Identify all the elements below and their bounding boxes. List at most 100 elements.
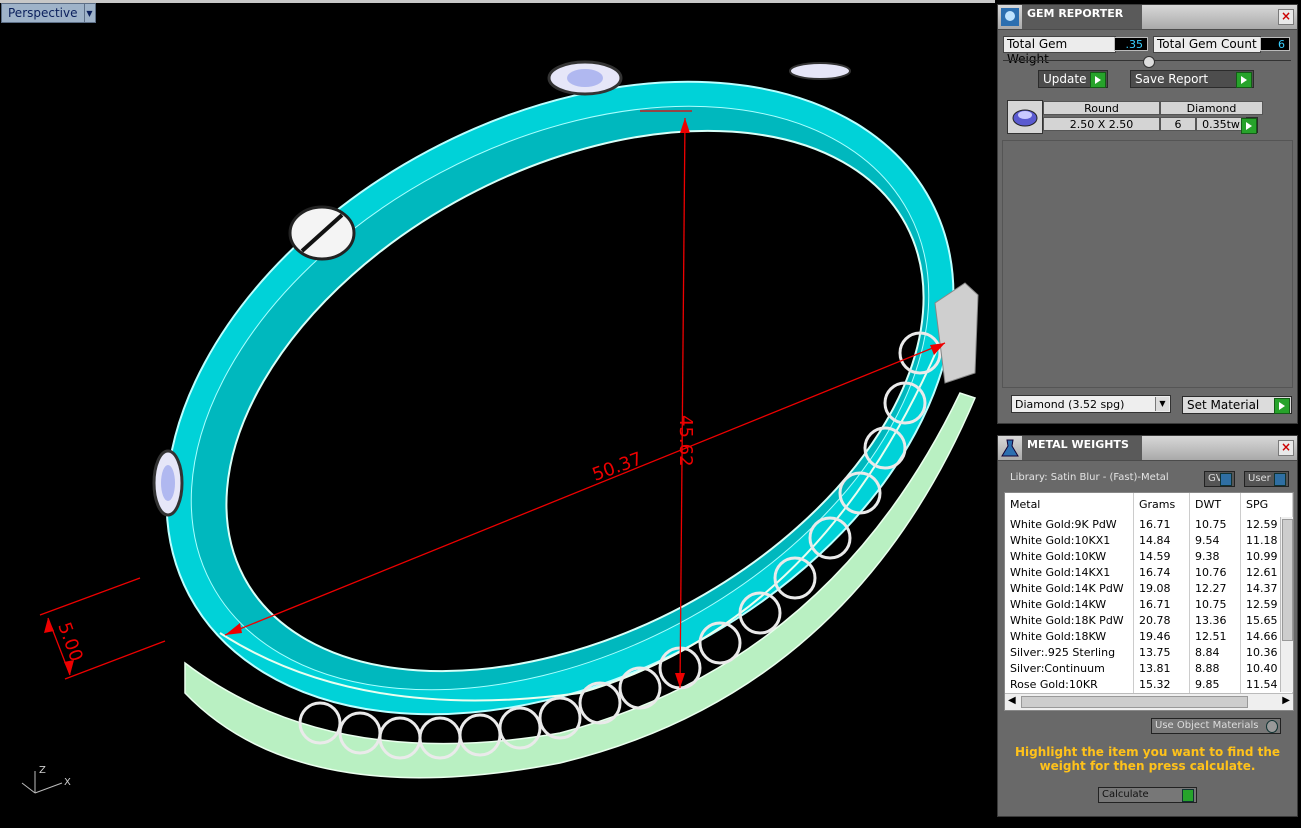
grams-value: 16.74 [1134,565,1190,581]
metal-weights-table[interactable]: Metal Grams DWT SPG White Gold:9K PdW 16.… [1004,492,1294,711]
grams-value: 15.32 [1134,677,1190,693]
chevron-down-icon[interactable]: ▼ [1155,397,1169,411]
gem-reporter-title: GEM REPORTER [1022,5,1142,29]
metal-name: White Gold:10KW [1005,549,1134,565]
splitter-handle[interactable] [1143,56,1155,68]
total-gem-count-value: 6 [1260,37,1290,51]
use-object-materials-label: Use Object Materials [1155,720,1259,731]
gem-weight: 0.35tw [1196,117,1246,131]
gem-shape: Round [1043,101,1160,115]
calculate-hint: Highlight the item you want to find the … [1014,745,1281,773]
grams-value: 14.59 [1134,549,1190,565]
total-gem-weight-label: Total Gem Weight [1003,36,1116,66]
metal-name: White Gold:14KX1 [1005,565,1134,581]
dimension-height: 45.62 [675,415,696,467]
gem-reporter-icon [1001,8,1019,26]
set-material-label: Set Material [1187,398,1260,412]
gem-type: Diamond [1160,101,1263,115]
table-row[interactable]: White Gold:14KX1 16.74 10.76 12.61 [1005,565,1293,582]
calculate-button[interactable]: Calculate [1098,787,1197,803]
metal-name: Rose Gold:10KR [1005,677,1134,693]
horizontal-scrollbar[interactable]: ◀ ▶ [1005,693,1293,710]
metal-name: Silver:Continuum [1005,661,1134,677]
close-icon[interactable]: × [1278,440,1294,456]
gem-reporter-titlebar[interactable]: GEM REPORTER × [998,5,1297,30]
metal-weights-panel: METAL WEIGHTS × Library: Satin Blur - (F… [997,435,1298,817]
save-report-button[interactable]: Save Report [1130,70,1254,88]
table-row[interactable]: White Gold:14KW 16.71 10.75 12.59 [1005,597,1293,614]
grams-value: 19.08 [1134,581,1190,597]
table-row[interactable]: Silver:Continuum 13.81 8.88 10.40 [1005,661,1293,678]
user-toggle[interactable]: User [1244,471,1289,487]
vertical-scrollbar[interactable] [1280,517,1293,692]
metal-table-header: Metal Grams DWT SPG [1005,493,1293,518]
gem-detail-button[interactable] [1241,117,1258,134]
grams-value: 19.46 [1134,629,1190,645]
scroll-thumb-h[interactable] [1021,696,1248,708]
perspective-viewport[interactable]: 50.37 45.62 5.00 Perspective ▼ Z X [0,0,995,828]
use-object-materials-toggle[interactable]: Use Object Materials [1151,718,1281,734]
update-button[interactable]: Update [1038,70,1108,88]
dwt-value: 9.54 [1190,533,1241,549]
play-icon [1182,789,1194,802]
toggle-icon [1220,473,1232,486]
scroll-right-icon[interactable]: ▶ [1282,695,1290,706]
col-spg[interactable]: SPG [1241,493,1293,517]
total-gem-count-label: Total Gem Count [1153,36,1261,53]
col-metal[interactable]: Metal [1005,493,1134,517]
table-row[interactable]: Rose Gold:10KR 15.32 9.85 11.54 [1005,677,1293,694]
play-icon [1236,72,1252,88]
metal-name: White Gold:18K PdW [1005,613,1134,629]
axis-x-label: X [64,777,71,788]
metal-name: White Gold:9K PdW [1005,517,1134,533]
col-dwt[interactable]: DWT [1190,493,1241,517]
gem-thumbnail [1007,100,1043,134]
dwt-value: 9.38 [1190,549,1241,565]
metal-name: White Gold:10KX1 [1005,533,1134,549]
table-row[interactable]: White Gold:18K PdW 20.78 13.36 15.65 [1005,613,1293,630]
table-row[interactable]: White Gold:14K PdW 19.08 12.27 14.37 [1005,581,1293,598]
table-row[interactable]: White Gold:18KW 19.46 12.51 14.66 [1005,629,1293,646]
gem-reporter-panel: GEM REPORTER × Total Gem Weight .35 Tota… [997,4,1298,424]
dwt-value: 9.85 [1190,677,1241,693]
set-material-button[interactable]: Set Material [1182,396,1292,414]
table-row[interactable]: Silver:.925 Sterling 13.75 8.84 10.36 [1005,645,1293,662]
material-select-value: Diamond (3.52 spg) [1015,398,1125,411]
update-button-label: Update [1043,72,1087,86]
metal-name: White Gold:14K PdW [1005,581,1134,597]
metal-name: White Gold:18KW [1005,629,1134,645]
scroll-left-icon[interactable]: ◀ [1008,695,1016,706]
metal-name: Silver:.925 Sterling [1005,645,1134,661]
gv-toggle[interactable]: GV [1204,471,1235,487]
dwt-value: 8.88 [1190,661,1241,677]
gem-list-area [1002,140,1293,388]
metal-weights-title: METAL WEIGHTS [1022,436,1142,460]
dwt-value: 8.84 [1190,645,1241,661]
grams-value: 20.78 [1134,613,1190,629]
scroll-thumb[interactable] [1282,519,1293,641]
toggle-icon [1274,473,1286,486]
table-row[interactable]: White Gold:10KW 14.59 9.38 10.99 [1005,549,1293,566]
viewport-tab-label[interactable]: Perspective [1,3,85,23]
toggle-icon [1266,720,1278,733]
calculate-label: Calculate [1102,789,1149,800]
chevron-down-icon[interactable]: ▼ [84,3,96,23]
table-row[interactable]: White Gold:9K PdW 16.71 10.75 12.59 [1005,517,1293,534]
metal-weights-titlebar[interactable]: METAL WEIGHTS × [998,436,1297,461]
gem-count: 6 [1160,117,1196,131]
col-grams[interactable]: Grams [1134,493,1190,517]
library-label: Library: Satin Blur - (Fast)-Metal [1010,472,1169,483]
table-row[interactable]: White Gold:10KX1 14.84 9.54 11.18 [1005,533,1293,550]
viewport-tab[interactable]: Perspective ▼ [1,3,96,23]
grams-value: 13.75 [1134,645,1190,661]
material-select[interactable]: Diamond (3.52 spg) ▼ [1011,395,1171,413]
user-label: User [1248,473,1271,484]
gem-setting-right [789,62,851,80]
bangle-model[interactable]: 50.37 45.62 5.00 [0,3,995,828]
dwt-value: 12.27 [1190,581,1241,597]
dimension-thickness: 5.00 [53,620,86,665]
close-icon[interactable]: × [1278,9,1294,25]
dwt-value: 10.75 [1190,597,1241,613]
grams-value: 16.71 [1134,597,1190,613]
dwt-value: 13.36 [1190,613,1241,629]
